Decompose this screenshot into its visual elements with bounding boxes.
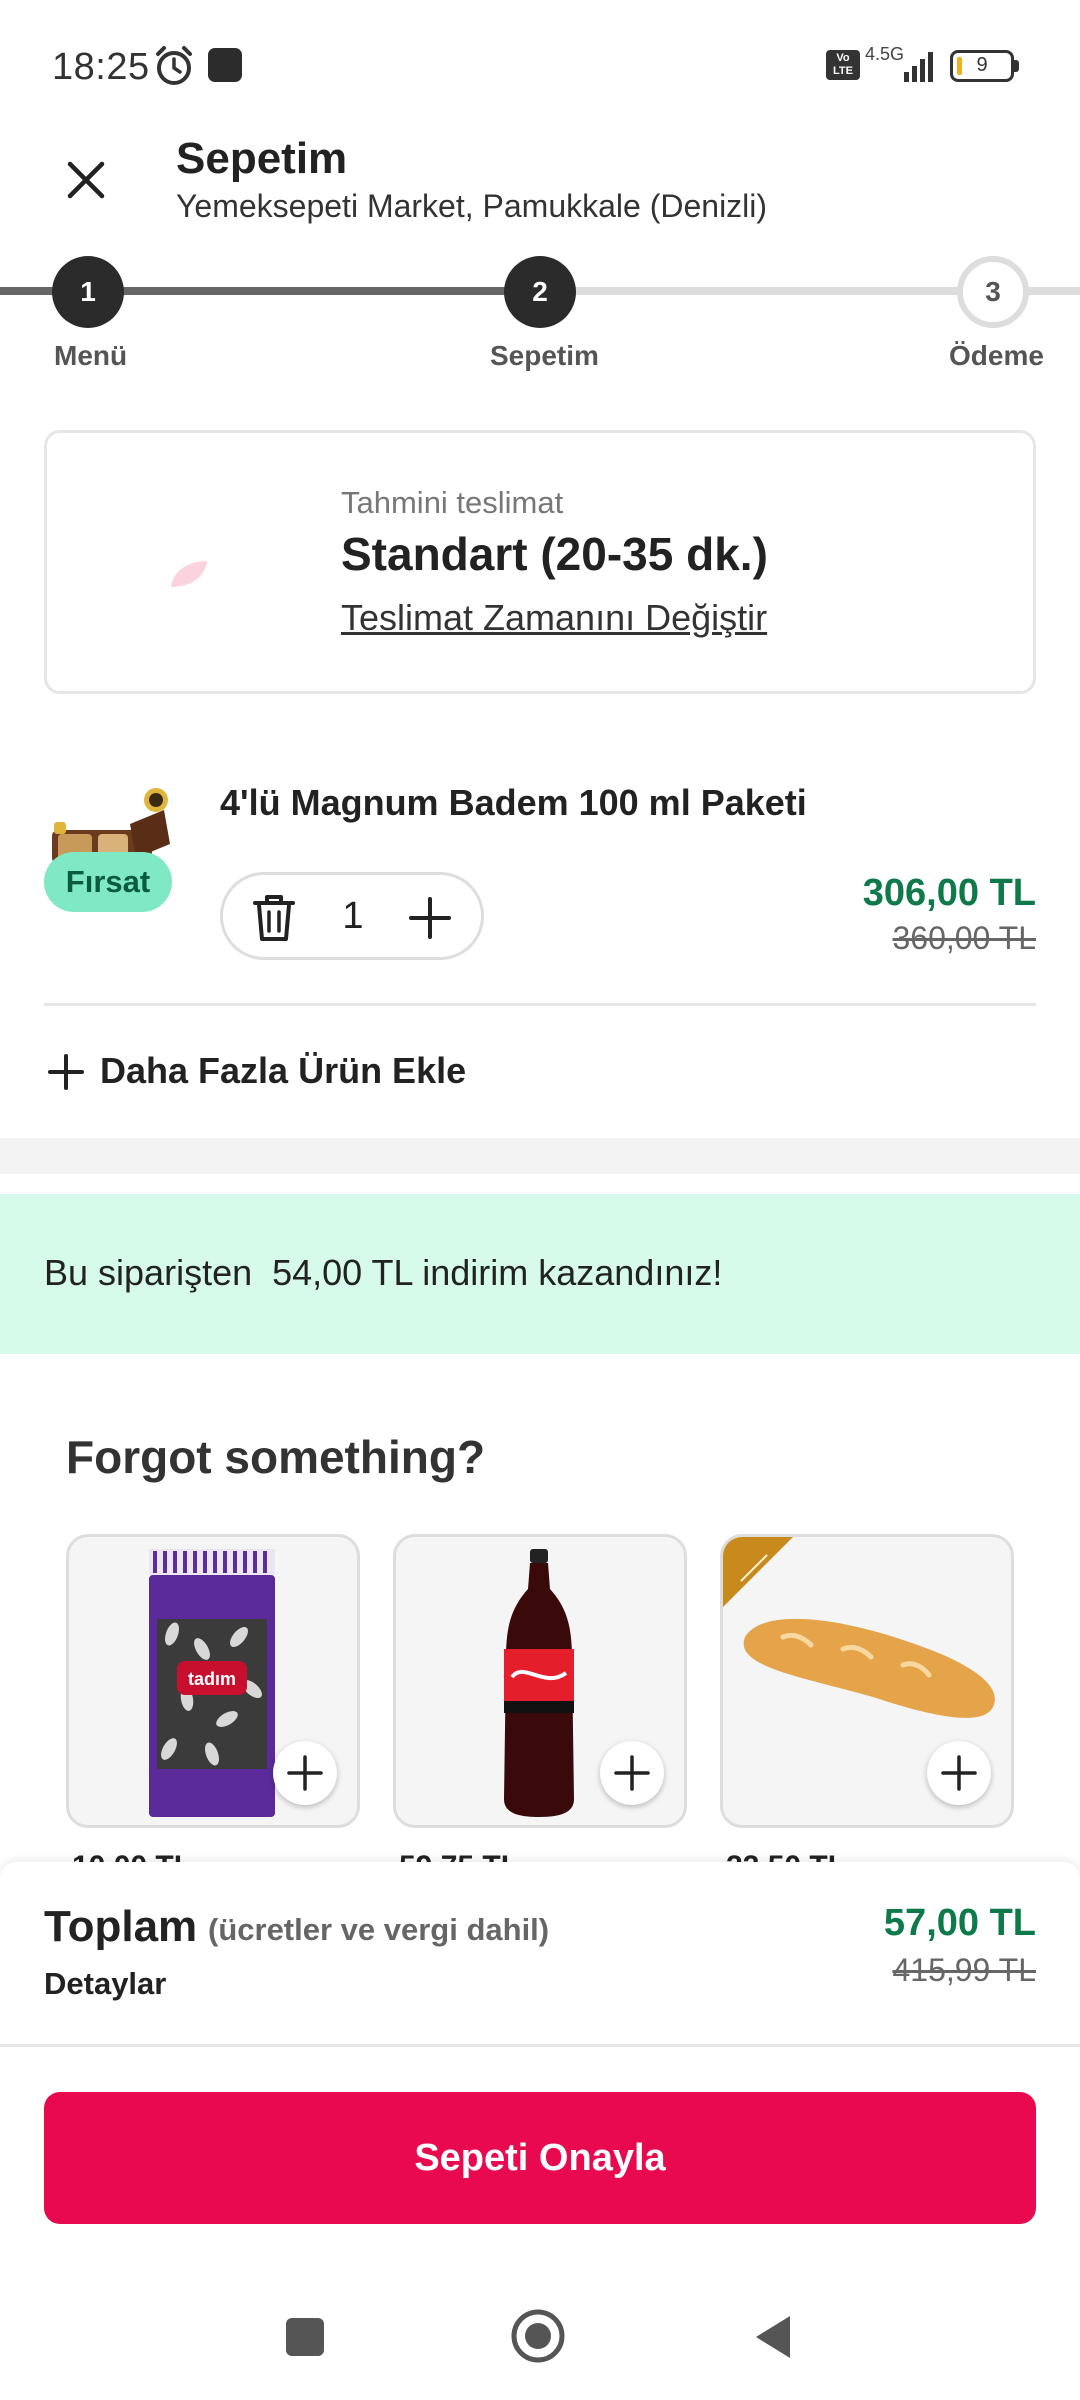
app-notification-icon [208, 48, 242, 82]
step-3-dot: 3 [957, 256, 1029, 328]
recommendation-card-baguette[interactable] [720, 1534, 1014, 1828]
signal-icon [904, 52, 933, 82]
confirm-cart-button[interactable]: Sepeti Onayla [44, 2092, 1036, 2224]
step-2-label: Sepetim [490, 340, 599, 371]
delivery-leaf-icon [171, 561, 207, 587]
delivery-label: Tahmini teslimat [341, 485, 564, 520]
add-more-items-label: Daha Fazla Ürün Ekle [100, 1050, 467, 1091]
battery-level: 9 [976, 54, 988, 76]
plus-icon [287, 1755, 323, 1791]
network-type: 4.5G [865, 44, 905, 64]
step-1-dot[interactable]: 1 [52, 256, 124, 328]
system-nav-bar [0, 2280, 1080, 2400]
plus-icon [614, 1755, 650, 1791]
change-delivery-time-link[interactable]: Teslimat Zamanını Değiştir [341, 597, 767, 639]
svg-text:tadım: tadım [188, 1669, 236, 1689]
page-title: Sepetim [176, 134, 348, 183]
close-icon[interactable] [56, 150, 116, 210]
sunflower-seeds-image: tadım [149, 1549, 275, 1817]
plus-icon [48, 1054, 84, 1090]
status-time: 18:25 [52, 46, 150, 88]
increase-quantity-icon[interactable] [407, 895, 453, 941]
cart-item-old-price: 360,00 TL [892, 920, 1036, 956]
home-icon[interactable] [510, 2308, 566, 2364]
battery-icon: 9 [950, 50, 1020, 82]
deal-badge: Fırsat [44, 852, 172, 912]
total-price: 57,00 TL [883, 1902, 1036, 1944]
recent-apps-icon[interactable] [286, 2318, 324, 2356]
cart-item-name[interactable]: 4'lü Magnum Badem 100 ml Paketi [220, 782, 807, 824]
savings-banner: Bu siparişten 54,00 TL indirim kazandını… [0, 1194, 1080, 1354]
delivery-card: Tahmini teslimat Standart (20-35 dk.) Te… [44, 430, 1036, 694]
delivery-estimate: Standart (20-35 dk.) [341, 528, 768, 580]
total-note: (ücretler ve vergi dahil) [208, 1912, 550, 1947]
quantity-value: 1 [342, 895, 364, 937]
step-2-dot: 2 [504, 256, 576, 328]
cart-item-price: 306,00 TL [862, 872, 1036, 914]
trash-icon[interactable] [251, 893, 297, 943]
section-separator [0, 1138, 1080, 1174]
total-label: Toplam [44, 1902, 198, 1951]
divider [44, 1003, 1036, 1006]
checkout-stepper: 1 Menü 2 Sepetim 3 Ödeme [0, 250, 1080, 380]
coca-cola-bottle-image [504, 1549, 574, 1817]
total-old-price: 415,99 TL [892, 1952, 1036, 1988]
divider [0, 2044, 1080, 2047]
add-to-cart-button[interactable] [927, 1741, 991, 1805]
store-subtitle: Yemeksepeti Market, Pamukkale (Denizli) [176, 188, 768, 224]
back-icon[interactable] [752, 2314, 792, 2360]
quantity-stepper: 1 [220, 872, 484, 960]
savings-text: Bu siparişten 54,00 TL indirim kazandını… [44, 1252, 723, 1293]
recommendation-card-sunflower-seeds[interactable]: tadım [66, 1534, 360, 1828]
plus-icon [941, 1755, 977, 1791]
alarm-icon [156, 46, 192, 85]
add-to-cart-button[interactable] [600, 1741, 664, 1805]
recommendation-card-coca-cola[interactable] [393, 1534, 687, 1828]
details-link[interactable]: Detaylar [44, 1966, 166, 2002]
step-1-label: Menü [54, 340, 128, 371]
status-bar: 18:25 Vo LTE 4.5G 9 [0, 0, 1080, 130]
recommendations-title: Forgot something? [66, 1431, 486, 1483]
volte-icon: Vo LTE [826, 50, 860, 80]
step-3-label: Ödeme [949, 340, 1044, 371]
add-to-cart-button[interactable] [273, 1741, 337, 1805]
